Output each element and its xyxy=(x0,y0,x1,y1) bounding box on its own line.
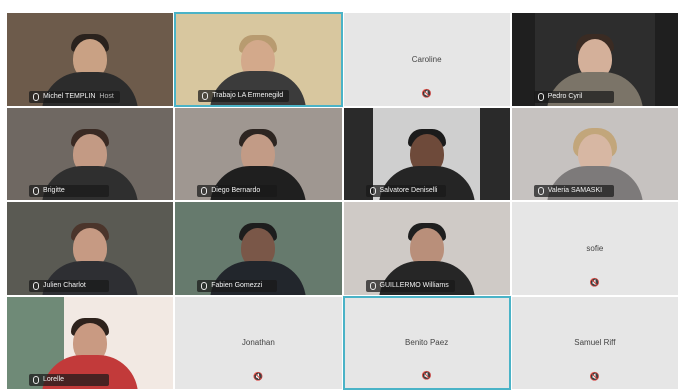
participant-tile[interactable]: Diego Bernardo xyxy=(174,106,343,201)
participant-tile[interactable]: Valeria SAMASKI xyxy=(510,106,679,201)
participant-namebar: Diego Bernardo xyxy=(197,185,278,197)
mic-icon xyxy=(33,281,39,290)
mic-icon xyxy=(201,281,208,290)
participant-namebar: GUILLERMO Williams xyxy=(365,279,455,292)
participant-namebar: Salvatore Deniselli xyxy=(365,185,446,197)
mic-icon xyxy=(537,187,544,195)
mic-muted-icon: 🔇 xyxy=(421,371,432,380)
mic-icon xyxy=(33,187,39,195)
participant-name: Fabien Gomezzi xyxy=(211,281,263,289)
participant-name: sofie xyxy=(586,243,604,253)
participant-name: GUILLERMO Williams xyxy=(379,281,449,289)
participant-name: Diego Bernardo xyxy=(211,187,261,194)
participant-name: Lorelle xyxy=(43,376,65,383)
participant-name: Caroline xyxy=(411,54,442,64)
participant-namebar: Trabajo LA Ermenegild xyxy=(198,89,290,102)
participant-tile[interactable]: Salvatore Deniselli xyxy=(342,106,511,201)
participant-name: Brigitte xyxy=(43,187,65,194)
participant-namebar: Brigitte xyxy=(29,185,109,197)
participant-tile[interactable]: Pedro Cyril xyxy=(510,12,679,107)
mic-muted-icon: 🔇 xyxy=(589,372,600,381)
participant-name: Valeria SAMASKI xyxy=(547,187,603,194)
participant-tile[interactable]: Jonathan 🔇 xyxy=(174,295,343,390)
participant-extra: Host xyxy=(99,92,114,100)
participant-name: Julien Charlot xyxy=(43,281,86,289)
participant-name: Trabajo LA Ermenegild xyxy=(212,91,284,99)
participant-name: Salvatore Deniselli xyxy=(379,187,438,194)
participant-namebar: Fabien Gomezzi xyxy=(197,279,278,292)
participant-tile[interactable]: Caroline 🔇 xyxy=(342,12,511,107)
participant-namebar: Michel TEMPLIN Host xyxy=(29,90,120,103)
participant-tile[interactable]: sofie 🔇 xyxy=(510,201,679,296)
participant-tile[interactable]: Michel TEMPLIN Host xyxy=(6,12,175,107)
mic-icon xyxy=(202,91,209,100)
participant-name: Samuel Riff xyxy=(574,338,616,348)
participant-tile[interactable]: Samuel Riff 🔇 xyxy=(510,295,679,390)
participant-namebar: Pedro Cyril xyxy=(533,90,614,103)
video-grid: Michel TEMPLIN Host Trabajo LA Ermenegil… xyxy=(6,12,679,390)
participant-tile[interactable]: Brigitte xyxy=(6,106,175,201)
mic-icon xyxy=(537,92,544,101)
participant-name: Benito Paez xyxy=(405,338,449,348)
mic-muted-icon: 🔇 xyxy=(253,372,264,381)
participant-tile[interactable]: GUILLERMO Williams xyxy=(342,201,511,296)
participant-tile[interactable]: Fabien Gomezzi xyxy=(174,201,343,296)
participant-tile[interactable]: Julien Charlot xyxy=(6,201,175,296)
participant-namebar: Lorelle xyxy=(29,374,109,386)
mic-muted-icon: 🔇 xyxy=(589,277,600,287)
mic-muted-icon: 🔇 xyxy=(421,88,432,98)
mic-icon xyxy=(201,187,208,195)
participant-tile[interactable]: Lorelle xyxy=(6,295,175,390)
participant-name: Pedro Cyril xyxy=(547,92,583,100)
participant-name: Michel TEMPLIN xyxy=(43,92,96,100)
mic-icon xyxy=(33,376,39,384)
mic-icon xyxy=(33,92,39,101)
participant-tile[interactable]: Trabajo LA Ermenegild xyxy=(174,12,343,107)
participant-namebar: Valeria SAMASKI xyxy=(533,185,614,197)
mic-icon xyxy=(369,281,376,290)
mic-icon xyxy=(369,187,376,195)
participant-namebar: Julien Charlot xyxy=(29,279,109,292)
participant-tile[interactable]: Benito Paez 🔇 xyxy=(342,295,511,390)
participant-name: Jonathan xyxy=(241,338,275,348)
